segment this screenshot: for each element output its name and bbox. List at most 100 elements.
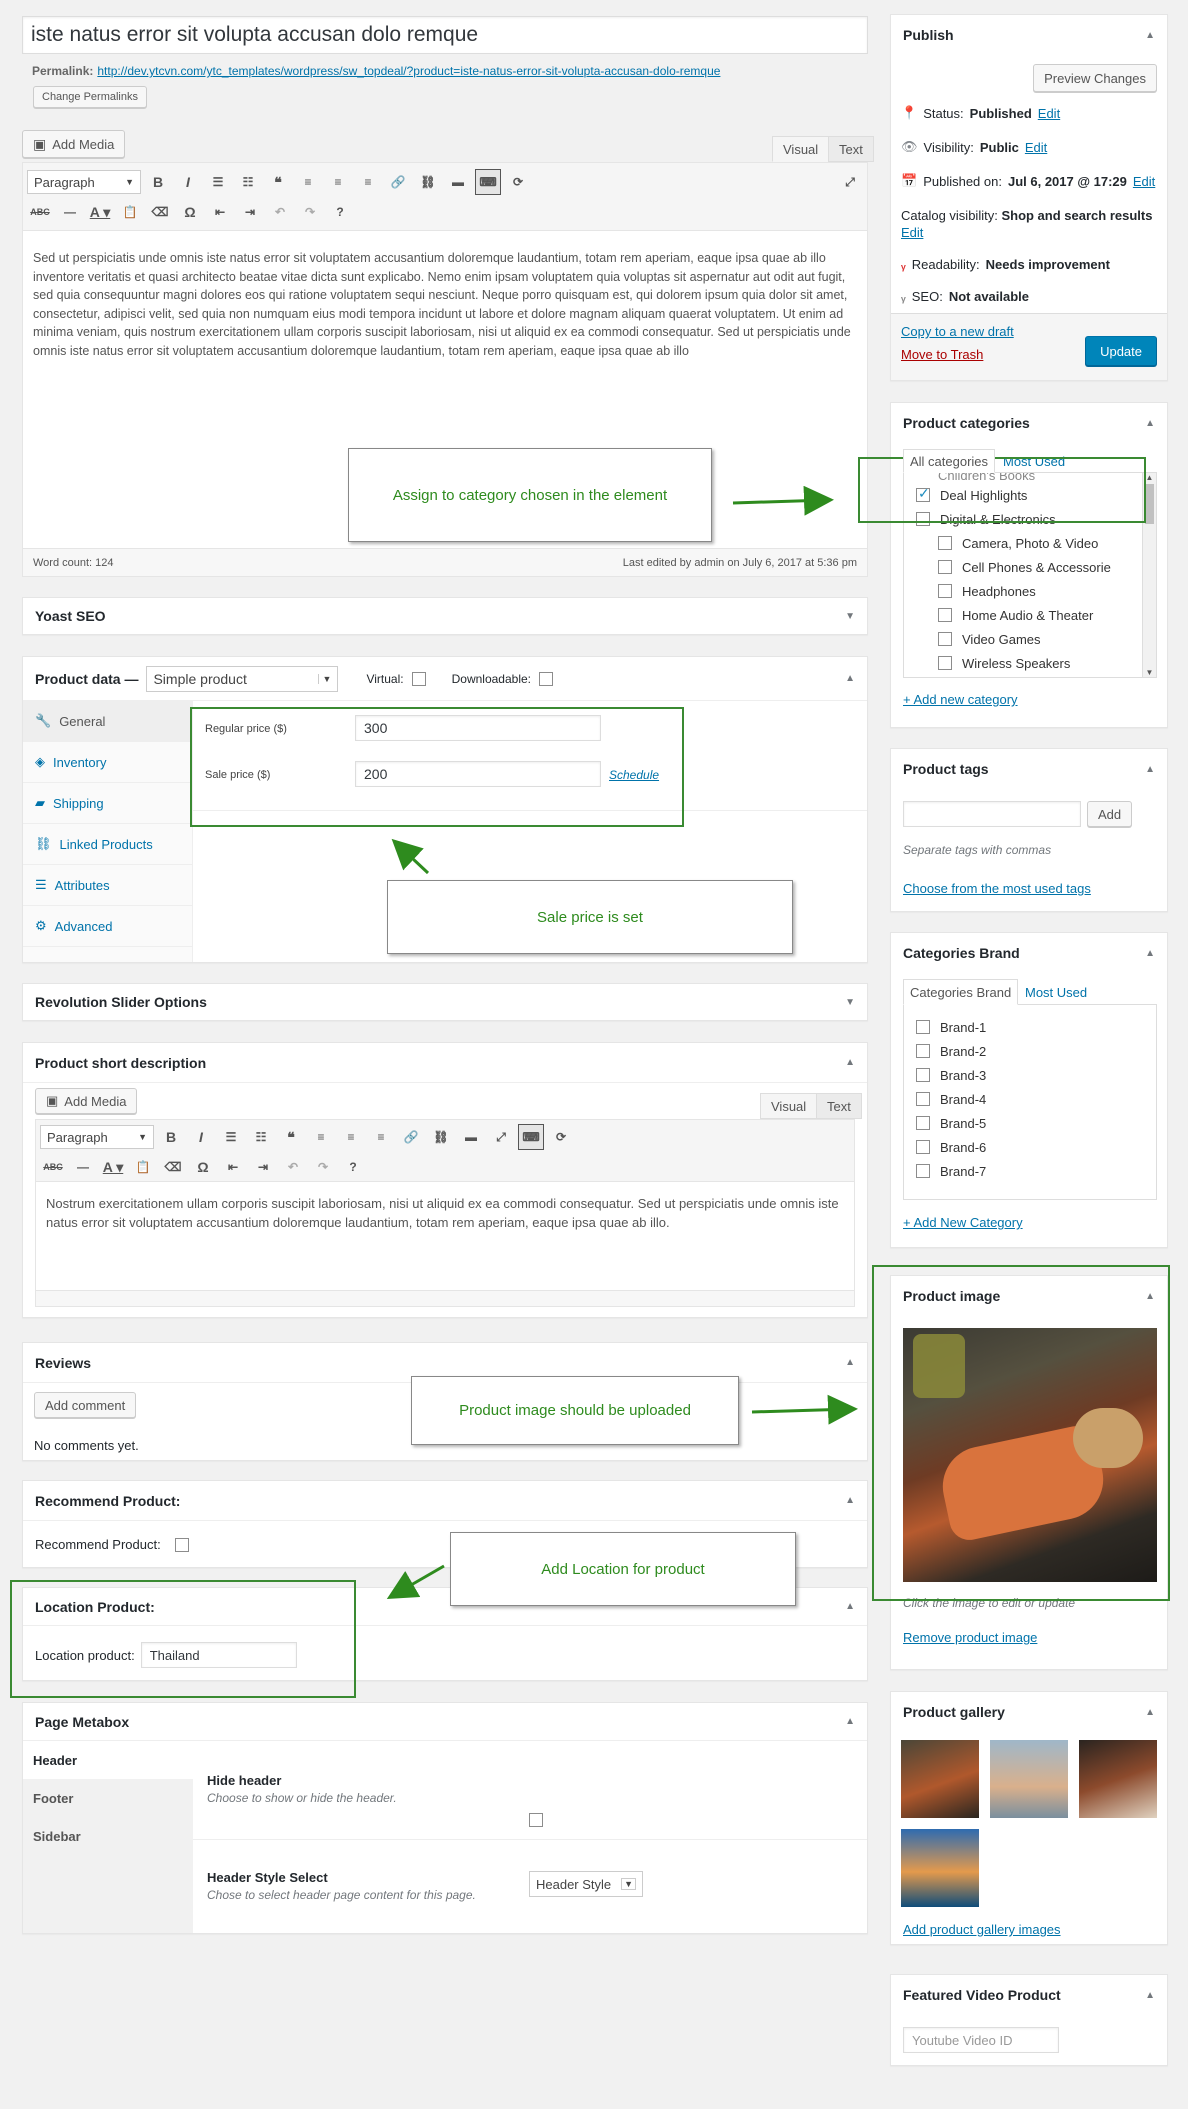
published-edit-link[interactable]: Edit: [1133, 174, 1155, 189]
catalog-edit-link[interactable]: Edit: [901, 225, 923, 240]
collapse-icon[interactable]: ▲: [1145, 1990, 1155, 2001]
scroll-thumb[interactable]: [1145, 484, 1154, 524]
category-checkbox[interactable]: [938, 656, 952, 670]
metabox-tab-sidebar[interactable]: Sidebar: [23, 1817, 193, 1855]
numbered-list-icon[interactable]: ☷: [248, 1124, 274, 1150]
cat-tab-all[interactable]: All categories: [903, 449, 996, 473]
format-select[interactable]: Paragraph ▼: [27, 170, 141, 194]
gallery-thumb[interactable]: [901, 1740, 979, 1818]
category-item[interactable]: Cell Phones & Accessorie: [938, 555, 1156, 579]
tag-input[interactable]: [903, 801, 1081, 827]
tab-linked-products[interactable]: ⛓ Linked Products: [23, 824, 192, 865]
gallery-thumb[interactable]: [990, 1740, 1068, 1818]
brand-checkbox[interactable]: [916, 1092, 930, 1106]
indent-icon[interactable]: ⇥: [237, 199, 263, 225]
brand-checkbox[interactable]: [916, 1140, 930, 1154]
add-media-button[interactable]: ▣ Add Media: [22, 130, 126, 158]
collapse-icon[interactable]: ▲: [1145, 418, 1155, 429]
horizontal-line-icon[interactable]: —: [57, 199, 83, 225]
expand-icon[interactable]: ▼: [845, 997, 855, 1008]
category-item[interactable]: Camera, Photo & Video: [938, 531, 1156, 555]
category-item[interactable]: Wireless Speakers: [938, 651, 1156, 675]
product-type-select[interactable]: Simple product ▼: [146, 665, 339, 692]
collapse-icon[interactable]: ▲: [845, 1716, 855, 1727]
status-edit-link[interactable]: Edit: [1038, 106, 1060, 121]
paste-text-icon[interactable]: 📋: [130, 1154, 156, 1180]
fullscreen-icon[interactable]: ⤢: [837, 169, 863, 195]
align-left-icon[interactable]: ≡: [295, 169, 321, 195]
clear-format-icon[interactable]: ⌫: [147, 199, 173, 225]
update-button[interactable]: Update: [1085, 336, 1157, 366]
post-title-input[interactable]: iste natus error sit volupta accusan dol…: [22, 16, 868, 54]
short-desc-add-media[interactable]: ▣ Add Media: [35, 1088, 138, 1114]
link-icon[interactable]: 🔗: [385, 169, 411, 195]
blockquote-icon[interactable]: ❝: [265, 169, 291, 195]
read-more-icon[interactable]: ▬: [445, 169, 471, 195]
numbered-list-icon[interactable]: ☷: [235, 169, 261, 195]
outdent-icon[interactable]: ⇤: [220, 1154, 246, 1180]
brand-item[interactable]: Brand-4: [916, 1087, 1156, 1111]
undo-icon[interactable]: ↶: [267, 199, 293, 225]
brand-checkbox[interactable]: [916, 1164, 930, 1178]
align-right-icon[interactable]: ≡: [355, 169, 381, 195]
collapse-icon[interactable]: ▲: [1145, 948, 1155, 959]
outdent-icon[interactable]: ⇤: [207, 199, 233, 225]
yoast-seo-box[interactable]: Yoast SEO ▼: [22, 597, 868, 635]
link-icon[interactable]: 🔗: [398, 1124, 424, 1150]
special-char-icon[interactable]: Ω: [190, 1154, 216, 1180]
clear-format-icon[interactable]: ⌫: [160, 1154, 186, 1180]
align-right-icon[interactable]: ≡: [368, 1124, 394, 1150]
brand-list[interactable]: Brand-1 Brand-2 Brand-3 Brand-4 Brand-5 Brand…: [903, 1004, 1157, 1200]
add-tag-button[interactable]: Add: [1087, 801, 1133, 827]
hide-header-checkbox[interactable]: [529, 1813, 543, 1827]
add-brand-link[interactable]: + Add New Category: [903, 1215, 1023, 1230]
short-editor-body[interactable]: Nostrum exercitationem ullam corporis su…: [36, 1182, 854, 1244]
rev-slider-header[interactable]: Revolution Slider Options ▼: [23, 984, 867, 1020]
bullet-list-icon[interactable]: ☰: [218, 1124, 244, 1150]
toolbar-toggle-icon[interactable]: ⌨: [475, 169, 501, 195]
category-item[interactable]: Home Audio & Theater: [938, 603, 1156, 627]
refresh-icon[interactable]: ⟳: [505, 169, 531, 195]
add-gallery-link[interactable]: Add product gallery images: [903, 1922, 1061, 1937]
unlink-icon[interactable]: ⛓: [428, 1124, 454, 1150]
remove-image-link[interactable]: Remove product image: [903, 1630, 1037, 1645]
italic-icon[interactable]: I: [175, 169, 201, 195]
bold-icon[interactable]: B: [158, 1124, 184, 1150]
category-checkbox[interactable]: [938, 560, 952, 574]
rev-slider-box[interactable]: Revolution Slider Options ▼: [22, 983, 868, 1021]
align-center-icon[interactable]: ≡: [325, 169, 351, 195]
category-item[interactable]: Headphones: [938, 579, 1156, 603]
category-checkbox[interactable]: [938, 584, 952, 598]
permalink-link[interactable]: http://dev.ytcvn.com/ytc_templates/wordp…: [97, 64, 720, 78]
preview-changes-button[interactable]: Preview Changes: [1033, 64, 1157, 92]
collapse-icon[interactable]: ▲: [845, 673, 855, 684]
expand-icon[interactable]: ▼: [845, 611, 855, 622]
collapse-icon[interactable]: ▲: [1145, 764, 1155, 775]
align-center-icon[interactable]: ≡: [338, 1124, 364, 1150]
horizontal-line-icon[interactable]: —: [70, 1154, 96, 1180]
redo-icon[interactable]: ↷: [310, 1154, 336, 1180]
yoast-header[interactable]: Yoast SEO ▼: [23, 598, 867, 634]
category-checkbox[interactable]: [938, 536, 952, 550]
collapse-icon[interactable]: ▲: [845, 1601, 855, 1612]
short-tab-visual[interactable]: Visual: [760, 1093, 818, 1119]
change-permalinks-button[interactable]: Change Permalinks: [33, 86, 147, 108]
brand-checkbox[interactable]: [916, 1116, 930, 1130]
strikethrough-icon[interactable]: ABC: [40, 1154, 66, 1180]
tab-text[interactable]: Text: [828, 136, 874, 162]
brand-item[interactable]: Brand-6: [916, 1135, 1156, 1159]
brand-item[interactable]: Brand-5: [916, 1111, 1156, 1135]
collapse-icon[interactable]: ▲: [845, 1057, 855, 1068]
trash-link[interactable]: Move to Trash: [901, 347, 983, 362]
collapse-icon[interactable]: ▲: [1145, 30, 1155, 41]
add-category-link[interactable]: + Add new category: [903, 692, 1018, 707]
align-left-icon[interactable]: ≡: [308, 1124, 334, 1150]
text-color-icon[interactable]: A ▾: [87, 199, 113, 225]
choose-tags-link[interactable]: Choose from the most used tags: [903, 881, 1091, 896]
short-format-select[interactable]: Paragraph ▼: [40, 1125, 154, 1149]
virtual-checkbox[interactable]: [411, 671, 426, 686]
bullet-list-icon[interactable]: ☰: [205, 169, 231, 195]
help-icon[interactable]: ?: [327, 199, 353, 225]
metabox-tab-footer[interactable]: Footer: [23, 1779, 193, 1817]
gallery-thumb[interactable]: [1079, 1740, 1157, 1818]
